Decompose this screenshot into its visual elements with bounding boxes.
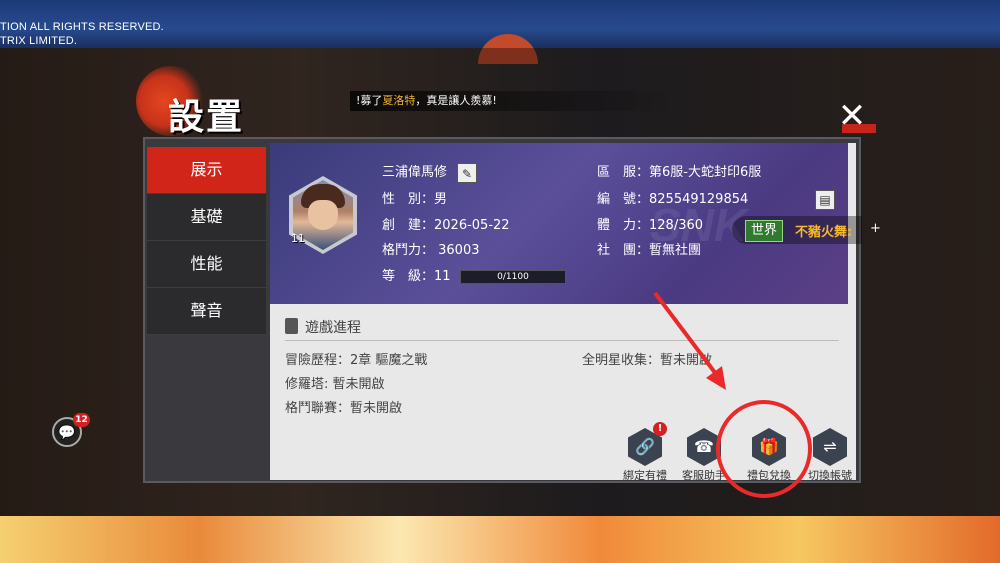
exp-progress-bar: 0/1100 xyxy=(460,270,566,284)
player-name: 三浦偉馬修 xyxy=(382,165,448,180)
sidebar-item-basic[interactable]: 基礎 xyxy=(147,194,266,241)
avatar[interactable]: 11 xyxy=(289,176,357,254)
player-created: 創 建：2026-05-22 xyxy=(382,218,510,233)
player-stamina: 體 力：128/360 xyxy=(597,218,704,233)
settings-sidebar: 展示 基礎 性能 聲音 xyxy=(147,147,267,335)
flame-border xyxy=(0,516,1000,563)
document-icon xyxy=(285,318,298,334)
player-level: 等 級：11 xyxy=(382,269,451,284)
copyright-text: TION ALL RIGHTS RESERVED. TRIX LIMITED. xyxy=(0,21,164,47)
annotation-circle xyxy=(716,400,812,498)
world-chat-plus[interactable]: + xyxy=(870,221,881,236)
player-gender: 性 別：男 xyxy=(382,192,448,207)
player-id: 編 號：825549129854 xyxy=(597,192,749,207)
player-power: 格鬥力： 36003 xyxy=(382,243,480,258)
progress-tower: 修羅塔: 暫未開啟 xyxy=(285,377,385,392)
action-label: 綁定有禮 xyxy=(623,469,667,482)
world-chat-tag: 世界 xyxy=(745,220,783,242)
switch-account-icon: ⇌ xyxy=(813,428,847,466)
chat-unread-badge: 12 xyxy=(73,413,90,427)
progress-section-title: 遊戲進程 xyxy=(305,320,361,336)
world-chat-message: 不豬火舞: xyxy=(795,225,853,240)
sidebar-item-sound[interactable]: 聲音 xyxy=(147,288,266,335)
sidebar-item-performance[interactable]: 性能 xyxy=(147,241,266,288)
sidebar-item-display[interactable]: 展示 xyxy=(147,147,266,194)
progress-allstar: 全明星收集：暫未開啟 xyxy=(582,353,713,368)
player-guild: 社 團：暫無社團 xyxy=(597,243,702,258)
avatar-level: 11 xyxy=(291,232,305,245)
progress-league: 格鬥聯賽：暫未開啟 xyxy=(285,401,403,416)
copy-id-icon[interactable]: ▤ xyxy=(815,190,835,210)
progress-adventure: 冒險歷程：2章 驅魔之戰 xyxy=(285,353,428,368)
close-button[interactable]: ✕ xyxy=(832,99,876,133)
announcement-ticker: !募了夏洛特，真是讓人羨慕! xyxy=(350,91,676,111)
section-divider xyxy=(285,340,839,341)
alert-badge: ! xyxy=(653,422,667,436)
edit-name-icon[interactable]: ✎ xyxy=(457,163,477,183)
close-icon: ✕ xyxy=(837,96,867,136)
action-label: 切換帳號 xyxy=(808,469,852,482)
player-server: 區 服：第6服-大蛇封印6服 xyxy=(597,165,762,180)
avatar-face xyxy=(308,200,338,230)
bind-reward-button[interactable]: 🔗 ! 綁定有禮 xyxy=(615,422,675,483)
page-title: 設置 xyxy=(168,96,245,138)
